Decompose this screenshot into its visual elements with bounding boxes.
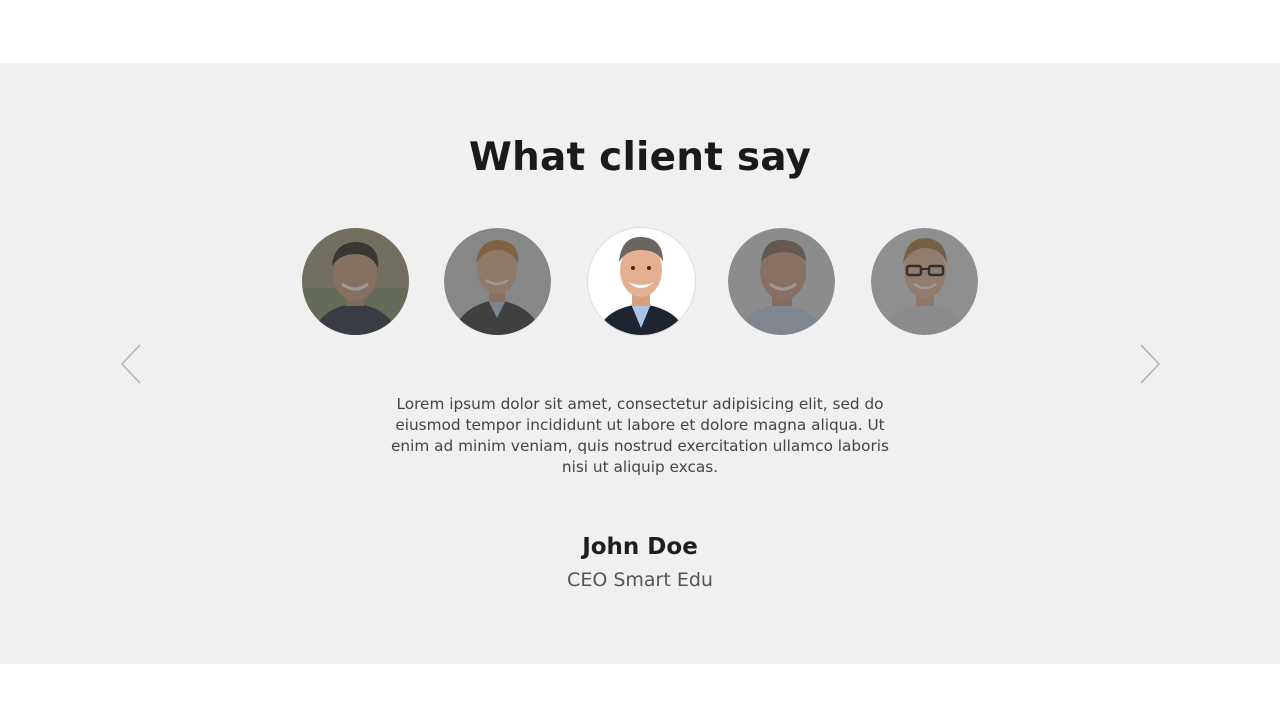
person-portrait-icon [588, 228, 695, 335]
client-avatar-4[interactable] [728, 228, 835, 335]
client-avatar-1[interactable] [302, 228, 409, 335]
client-role: CEO Smart Edu [567, 569, 713, 591]
testimonial-quote: Lorem ipsum dolor sit amet, consectetur … [391, 395, 889, 476]
chevron-right-icon[interactable] [1138, 343, 1162, 385]
client-avatar-5[interactable] [871, 228, 978, 335]
client-name: John Doe [582, 534, 698, 560]
chevron-left-icon[interactable] [119, 343, 143, 385]
section-title: What client say [468, 135, 812, 180]
client-avatar-2[interactable] [444, 228, 551, 335]
testimonial-section: What client say Lorem ipsum dolor sit am… [0, 63, 1280, 664]
client-avatar-3-active[interactable] [588, 228, 695, 335]
avatar-carousel [0, 228, 1280, 336]
